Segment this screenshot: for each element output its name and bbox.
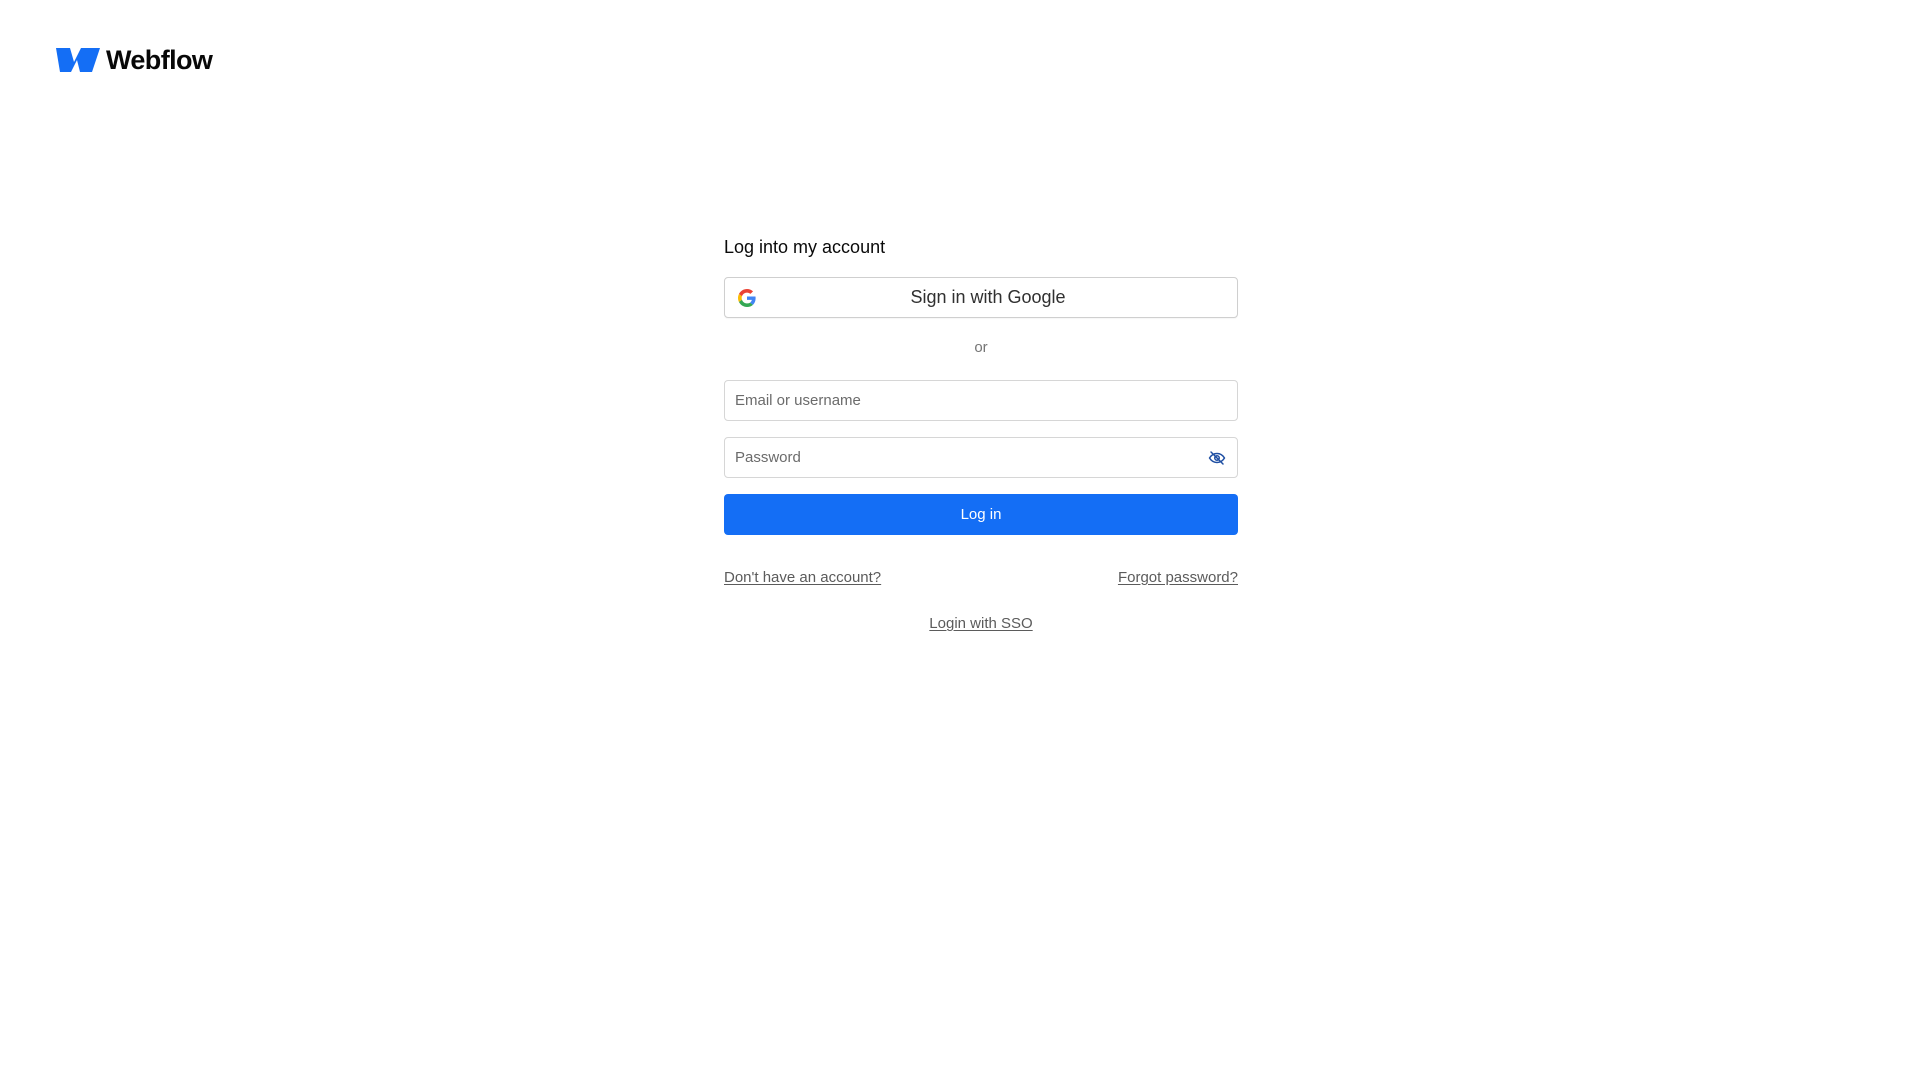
login-panel: Log into my account Sign in with Google …: [724, 232, 1238, 632]
email-or-username-input[interactable]: [725, 381, 1237, 420]
page-title: Log into my account: [724, 237, 886, 257]
forgot-password-link[interactable]: Forgot password?: [1118, 568, 1238, 588]
sso-row: Login with SSO: [724, 614, 1238, 634]
webflow-w-icon: [56, 48, 100, 72]
email-field-container: [724, 380, 1238, 421]
sign-in-with-google-button[interactable]: Sign in with Google: [724, 277, 1238, 318]
eye-slash-icon[interactable]: [1207, 448, 1227, 468]
login-with-sso-link[interactable]: Login with SSO: [929, 615, 1032, 632]
log-in-button[interactable]: Log in: [724, 494, 1238, 535]
account-links: Don't have an account? Forgot password?: [724, 568, 1238, 588]
google-button-label: Sign in with Google: [910, 287, 1066, 307]
google-g-icon: [738, 289, 756, 307]
brand-name: Webflow: [106, 44, 213, 75]
webflow-logo[interactable]: Webflow: [56, 44, 213, 75]
password-input[interactable]: [725, 438, 1237, 477]
password-field-container: [724, 437, 1238, 478]
signup-link[interactable]: Don't have an account?: [724, 568, 881, 588]
or-divider: or: [974, 339, 988, 356]
